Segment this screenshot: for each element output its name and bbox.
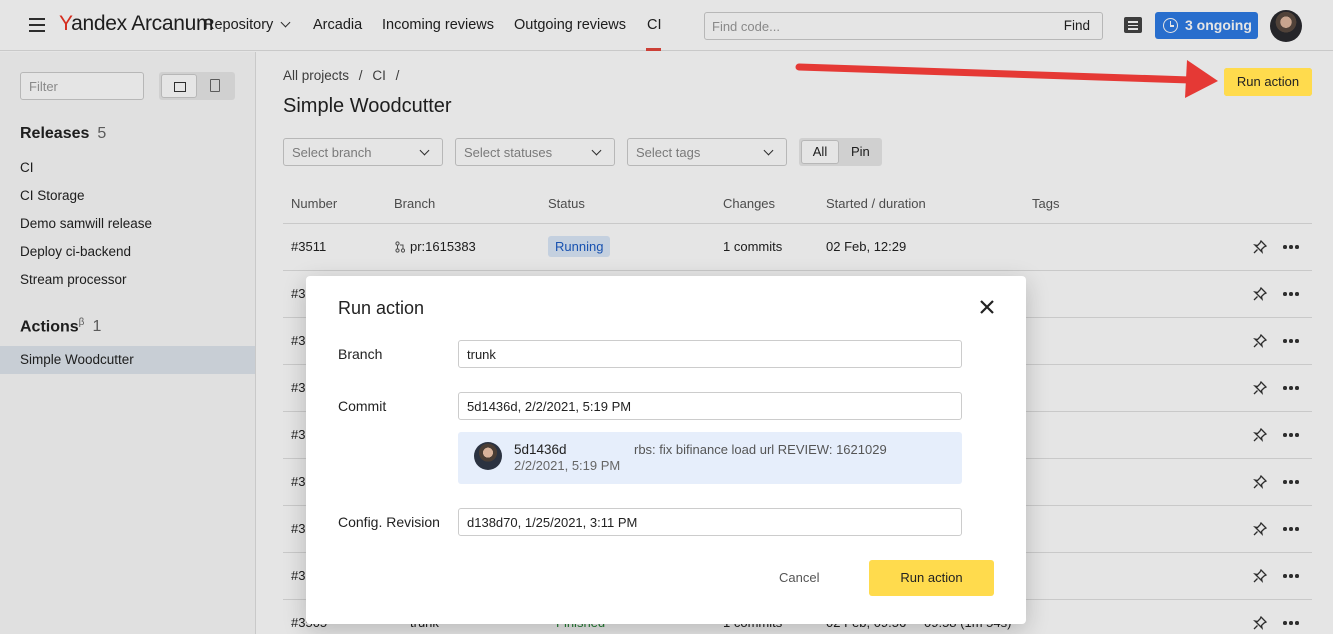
commit-card[interactable]: 5d1436d 2/2/2021, 5:19 PM rbs: fix bifin…	[458, 432, 962, 484]
run-action-button-highlighted[interactable]: Run action	[1224, 68, 1312, 96]
commit-hash: 5d1436d	[514, 442, 567, 457]
commit-author-avatar	[474, 442, 502, 470]
cancel-button[interactable]: Cancel	[779, 570, 819, 585]
config-revision-label: Config. Revision	[338, 514, 440, 530]
config-revision-input[interactable]: d138d70, 1/25/2021, 3:11 PM	[458, 508, 962, 536]
commit-input[interactable]: 5d1436d, 2/2/2021, 5:19 PM	[458, 392, 962, 420]
dialog-title: Run action	[338, 298, 425, 318]
run-action-submit-button[interactable]: Run action	[869, 560, 994, 596]
branch-input[interactable]: trunk	[458, 340, 962, 368]
branch-label: Branch	[338, 346, 383, 362]
close-icon[interactable]	[979, 299, 995, 315]
annotation-arrow	[795, 60, 1218, 98]
commit-label: Commit	[338, 398, 387, 414]
commit-message: rbs: fix bifinance load url REVIEW: 1621…	[634, 442, 887, 457]
run-action-dialog: Run action Branch trunk Commit 5d1436d, …	[306, 276, 1026, 624]
commit-date: 2/2/2021, 5:19 PM	[514, 458, 621, 473]
